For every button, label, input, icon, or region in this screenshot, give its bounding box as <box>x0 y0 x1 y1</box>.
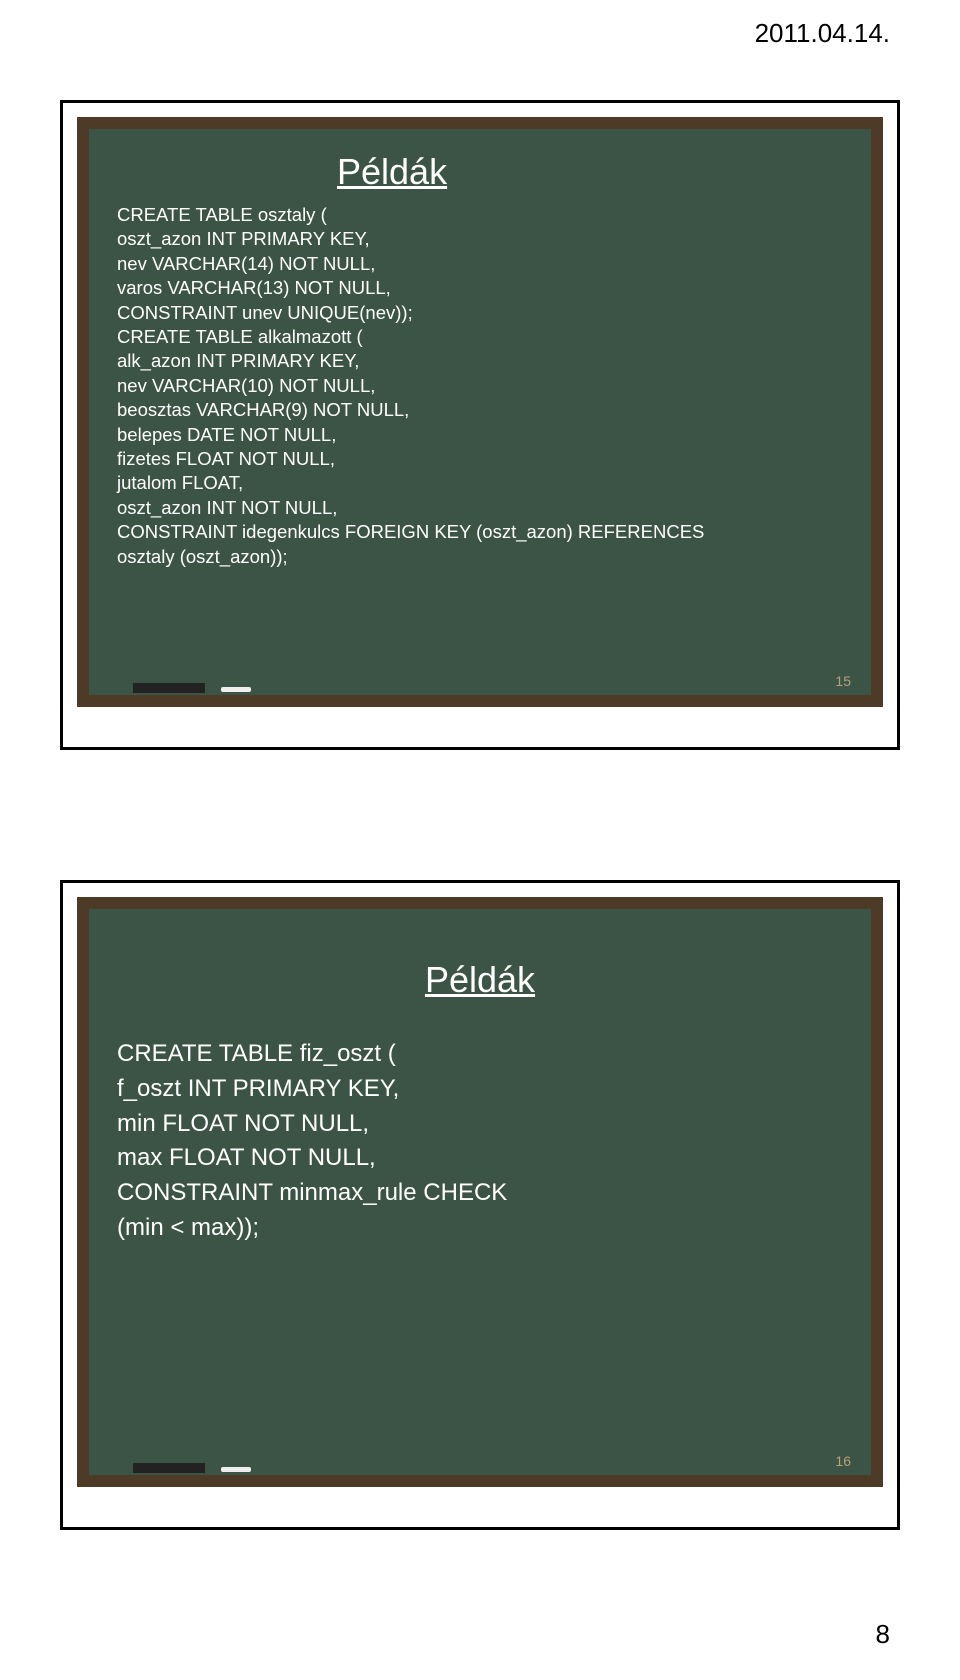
code-line: fizetes FLOAT NOT NULL, <box>117 447 843 471</box>
chalkboard-2: Példák CREATE TABLE fiz_oszt ( f_oszt IN… <box>77 897 883 1487</box>
code-line: alk_azon INT PRIMARY KEY, <box>117 349 843 373</box>
code-line: CONSTRAINT minmax_rule CHECK <box>117 1176 843 1211</box>
code-line: varos VARCHAR(13) NOT NULL, <box>117 276 843 300</box>
code-line: oszt_azon INT NOT NULL, <box>117 496 843 520</box>
code-line: nev VARCHAR(10) NOT NULL, <box>117 374 843 398</box>
code-line: belepes DATE NOT NULL, <box>117 423 843 447</box>
code-line: min FLOAT NOT NULL, <box>117 1107 843 1142</box>
slide-2: Példák CREATE TABLE fiz_oszt ( f_oszt IN… <box>60 880 900 1530</box>
slide-1: Példák CREATE TABLE osztaly ( oszt_azon … <box>60 100 900 750</box>
board-inner-1: Példák CREATE TABLE osztaly ( oszt_azon … <box>89 129 871 695</box>
page-number: 8 <box>876 1619 890 1650</box>
chalk-icon <box>221 687 251 692</box>
code-line: jutalom FLOAT, <box>117 471 843 495</box>
code-line: CREATE TABLE osztaly ( <box>117 203 843 227</box>
code-line: f_oszt INT PRIMARY KEY, <box>117 1072 843 1107</box>
code-line: CONSTRAINT idegenkulcs FOREIGN KEY (oszt… <box>117 520 843 544</box>
code-line: beosztas VARCHAR(9) NOT NULL, <box>117 398 843 422</box>
eraser-icon <box>133 1463 205 1473</box>
code-line: (min < max)); <box>117 1211 843 1246</box>
slide-1-title: Példák <box>337 151 843 193</box>
eraser-icon <box>133 683 205 693</box>
slide-2-title: Példák <box>117 959 843 1001</box>
code-block-2: CREATE TABLE fiz_oszt ( f_oszt INT PRIMA… <box>117 1037 843 1246</box>
slide-1-number: 15 <box>835 673 851 689</box>
code-line: CONSTRAINT unev UNIQUE(nev)); <box>117 301 843 325</box>
board-inner-2: Példák CREATE TABLE fiz_oszt ( f_oszt IN… <box>89 909 871 1475</box>
code-block-1: CREATE TABLE osztaly ( oszt_azon INT PRI… <box>117 203 843 569</box>
chalkboard-1: Példák CREATE TABLE osztaly ( oszt_azon … <box>77 117 883 707</box>
code-line: osztaly (oszt_azon)); <box>117 545 843 569</box>
code-line: CREATE TABLE fiz_oszt ( <box>117 1037 843 1072</box>
code-line: oszt_azon INT PRIMARY KEY, <box>117 227 843 251</box>
code-line: nev VARCHAR(14) NOT NULL, <box>117 252 843 276</box>
code-line: CREATE TABLE alkalmazott ( <box>117 325 843 349</box>
slide-2-number: 16 <box>835 1453 851 1469</box>
chalk-icon <box>221 1467 251 1472</box>
code-line: max FLOAT NOT NULL, <box>117 1141 843 1176</box>
date-header: 2011.04.14. <box>755 18 890 49</box>
